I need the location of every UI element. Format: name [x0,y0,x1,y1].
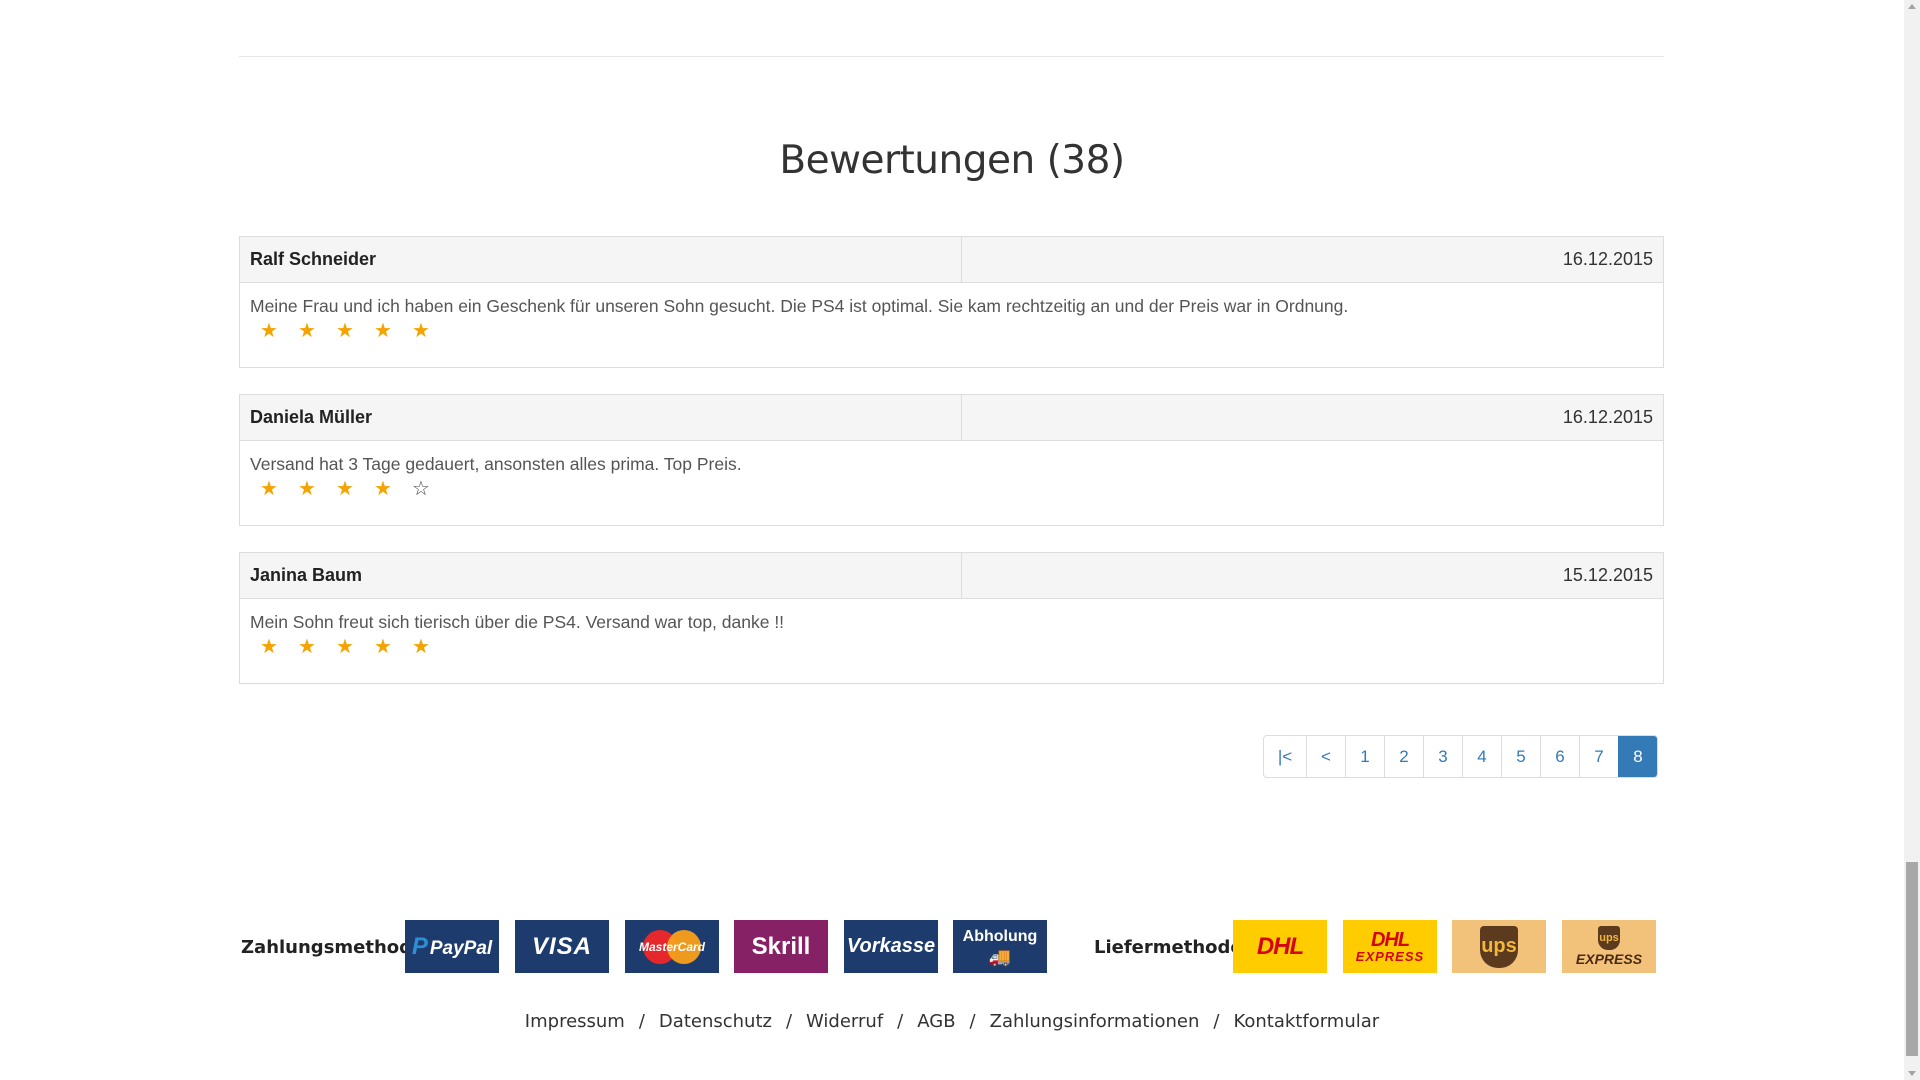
delivery-label: Liefermethode : [1094,937,1257,958]
footer-separator: / [969,1011,976,1032]
visa-logo: VISA [515,920,609,973]
ups-express-subtext: EXPRESS [1575,951,1643,967]
paypal-text: PayPal [429,937,493,959]
page-button-8-active[interactable]: 8 [1618,736,1657,777]
star-filled-icon: ★ [374,320,392,342]
skrill-text: Skrill [751,932,811,960]
truck-icon: 🚚 [988,946,1012,967]
abholung-text: Abholung [962,927,1038,945]
footer-separator: / [785,1011,793,1032]
ups-shield-icon: ups [1480,925,1518,968]
footer-link-agb[interactable]: AGB [917,1011,955,1032]
mastercard-text: MasterCard [638,939,706,954]
star-filled-icon: ★ [374,636,392,658]
star-filled-icon: ★ [412,320,430,342]
star-filled-icon: ★ [412,636,430,658]
footer-separator: / [1213,1011,1220,1032]
reviews-title: Bewertungen (38) [779,138,1125,183]
footer-separator: / [638,1011,645,1032]
review-card: Ralf Schneider 16.12.2015 Meine Frau und… [239,236,1664,368]
scrollbar-thumb[interactable] [1906,862,1918,1056]
star-filled-icon: ★ [336,320,354,342]
page-button-2[interactable]: 2 [1384,736,1423,777]
dhl-express-subtext: EXPRESS [1355,948,1425,964]
dhl-text: DHL [1256,932,1304,960]
reviewer-name: Janina Baum [240,553,962,598]
review-body: Meine Frau und ich haben ein Geschenk fü… [240,283,1663,367]
star-filled-icon: ★ [298,320,316,342]
ups-text: ups [1481,935,1517,957]
abholung-logo: Abholung 🚚 [953,920,1047,973]
star-empty-icon: ☆ [412,478,430,500]
first-page-button[interactable]: |< [1264,736,1306,777]
star-filled-icon: ★ [260,636,278,658]
dhl-express-text: DHL [1370,928,1410,951]
reviewer-name: Ralf Schneider [240,237,962,282]
footer-link-kontaktformular[interactable]: Kontaktformular [1233,1011,1379,1032]
reviews-list: Ralf Schneider 16.12.2015 Meine Frau und… [239,236,1664,710]
footer-link-impressum[interactable]: Impressum [525,1011,625,1032]
review-text: Mein Sohn freut sich tierisch über die P… [250,612,785,632]
star-filled-icon: ★ [336,636,354,658]
review-body: Versand hat 3 Tage gedauert, ansonsten a… [240,441,1663,525]
payment-delivery-row: Zahlungsmethode : P PayPal VISA MasterCa… [0,920,1904,975]
review-date: 16.12.2015 [1562,249,1653,269]
star-filled-icon: ★ [298,636,316,658]
review-text: Versand hat 3 Tage gedauert, ansonsten a… [250,454,742,474]
reviewer-name: Daniela Müller [240,395,962,440]
star-rating: ★ ★ ★ ★ ★ [250,635,1653,659]
vorkasse-logo: Vorkasse [844,920,938,973]
scroll-up-arrow-icon[interactable] [1908,4,1916,9]
star-filled-icon: ★ [336,478,354,500]
paypal-p-icon: P [411,932,428,960]
review-card: Daniela Müller 16.12.2015 Versand hat 3 … [239,394,1664,526]
star-rating: ★ ★ ★ ★ ★ [250,319,1653,343]
vertical-scrollbar[interactable] [1904,0,1920,1080]
ups-express-shield-icon: ups [1598,926,1620,950]
review-text: Meine Frau und ich haben ein Geschenk fü… [250,296,1349,316]
prev-page-button[interactable]: < [1306,736,1345,777]
footer-link-zahlungsinformationen[interactable]: Zahlungsinformationen [990,1011,1200,1032]
footer-link-datenschutz[interactable]: Datenschutz [659,1011,772,1032]
star-rating: ★ ★ ★ ★ ☆ [250,477,1653,501]
page: Bewertungen (38) Ralf Schneider 16.12.20… [0,0,1904,1080]
star-filled-icon: ★ [260,320,278,342]
skrill-logo: Skrill [734,920,828,973]
footer-nav: Impressum / Datenschutz / Widerruf / AGB / Zahlu… [0,1011,1904,1032]
page-button-4[interactable]: 4 [1462,736,1501,777]
ups-logo: ups [1452,920,1546,973]
review-header: Ralf Schneider 16.12.2015 [240,237,1663,283]
pagination: |< < 1 2 3 4 5 6 7 8 [1263,735,1658,778]
star-filled-icon: ★ [298,478,316,500]
vorkasse-text: Vorkasse [846,935,936,957]
divider [239,56,1664,57]
footer-link-widerruf[interactable]: Widerruf [806,1011,883,1032]
page-button-3[interactable]: 3 [1423,736,1462,777]
star-filled-icon: ★ [374,478,392,500]
paypal-logo: P PayPal [405,920,499,973]
review-date: 15.12.2015 [1562,565,1653,585]
page-button-1[interactable]: 1 [1345,736,1384,777]
review-body: Mein Sohn freut sich tierisch über die P… [240,599,1663,683]
mastercard-logo: MasterCard [625,920,719,973]
review-header: Janina Baum 15.12.2015 [240,553,1663,599]
footer-separator: / [897,1011,904,1032]
star-filled-icon: ★ [260,478,278,500]
ups-express-logo: ups EXPRESS [1562,920,1656,973]
visa-text: VISA [531,932,592,960]
dhl-logo: DHL [1233,920,1327,973]
review-card: Janina Baum 15.12.2015 Mein Sohn freut s… [239,552,1664,684]
page-button-5[interactable]: 5 [1501,736,1540,777]
page-button-7[interactable]: 7 [1579,736,1618,777]
dhl-express-logo: DHL EXPRESS [1343,920,1437,973]
review-header: Daniela Müller 16.12.2015 [240,395,1663,441]
review-date: 16.12.2015 [1562,407,1653,427]
ups-express-text: ups [1599,932,1619,944]
scroll-down-arrow-icon[interactable] [1908,1071,1916,1076]
page-button-6[interactable]: 6 [1540,736,1579,777]
